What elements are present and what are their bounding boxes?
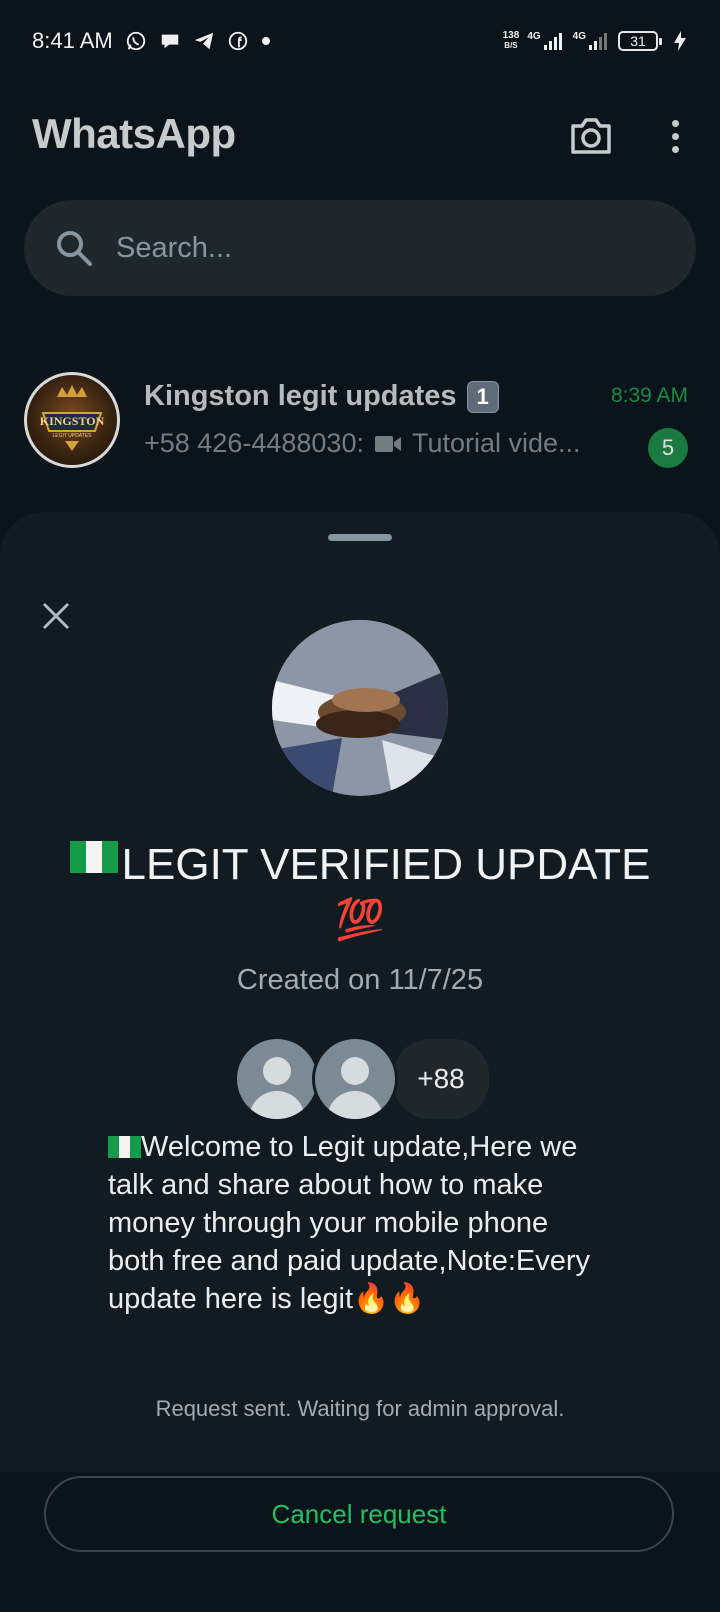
- chat-bubble-icon: [161, 34, 178, 49]
- battery-icon: 31: [618, 31, 662, 51]
- member-avatar: [312, 1036, 398, 1122]
- camera-button[interactable]: [568, 114, 614, 158]
- facebook-icon: [228, 31, 247, 51]
- signal-1-icon: 4G: [527, 31, 564, 51]
- member-avatars[interactable]: +88: [234, 1036, 492, 1122]
- group-description: Welcome to Legit update,Here we talk and…: [108, 1130, 591, 1315]
- chat-avatar: KINGSTON LEGIT UPDATES: [24, 372, 120, 468]
- nigeria-flag-icon: [69, 832, 118, 873]
- app-bar: WhatsApp: [0, 100, 720, 172]
- charging-icon: [674, 31, 686, 51]
- more-options-button[interactable]: [660, 114, 690, 158]
- status-time: 8:41 AM: [32, 28, 113, 53]
- camera-icon: [571, 118, 611, 154]
- more-notifications-dot-icon: [261, 37, 270, 45]
- net-speed: 138 B/S: [502, 30, 520, 51]
- svg-text:LEGIT UPDATES: LEGIT UPDATES: [53, 433, 93, 439]
- search-input[interactable]: [114, 230, 638, 266]
- search-bar[interactable]: [24, 200, 696, 296]
- status-bar: 8:41 AM 138 B/S 4G 4G 31: [0, 0, 720, 82]
- more-members-count: +88: [390, 1036, 492, 1122]
- group-title: LEGIT VERIFIED UPDATE 💯: [40, 832, 680, 947]
- hundred-points-emoji: 💯: [335, 898, 385, 942]
- created-date: Created on 11/7/25: [236, 964, 484, 996]
- group-invite-sheet: LEGIT VERIFIED UPDATE 💯 Created on 11/7/…: [0, 512, 720, 1472]
- unread-count-badge: 5: [648, 428, 688, 468]
- close-icon[interactable]: [40, 600, 72, 632]
- cancel-request-button[interactable]: Cancel request: [44, 1476, 674, 1552]
- chat-name: Kingston legit updates 1: [144, 380, 499, 413]
- signal-2-icon: 4G: [573, 31, 610, 51]
- whatsapp-icon: [126, 31, 145, 51]
- telegram-icon: [194, 32, 213, 50]
- svg-text:KINGSTON: KINGSTON: [40, 414, 105, 428]
- search-icon: [57, 231, 92, 266]
- chat-preview: +58 426-4488030: Tutorial vide...: [144, 428, 581, 458]
- nigeria-flag-icon: [108, 1130, 141, 1158]
- notification-icons: [125, 30, 271, 52]
- group-photo: [272, 620, 448, 796]
- fire-emoji: 🔥🔥: [353, 1283, 426, 1315]
- drag-handle[interactable]: [328, 534, 392, 541]
- video-icon: [374, 435, 401, 452]
- member-avatar: [234, 1036, 320, 1122]
- chat-list-item[interactable]: KINGSTON LEGIT UPDATES Kingston legit up…: [0, 364, 720, 474]
- request-status: Request sent. Waiting for admin approval…: [155, 1396, 565, 1421]
- keycap-badge: 1: [466, 380, 499, 413]
- app-title: WhatsApp: [32, 110, 236, 157]
- chat-time: 8:39 AM: [610, 384, 688, 407]
